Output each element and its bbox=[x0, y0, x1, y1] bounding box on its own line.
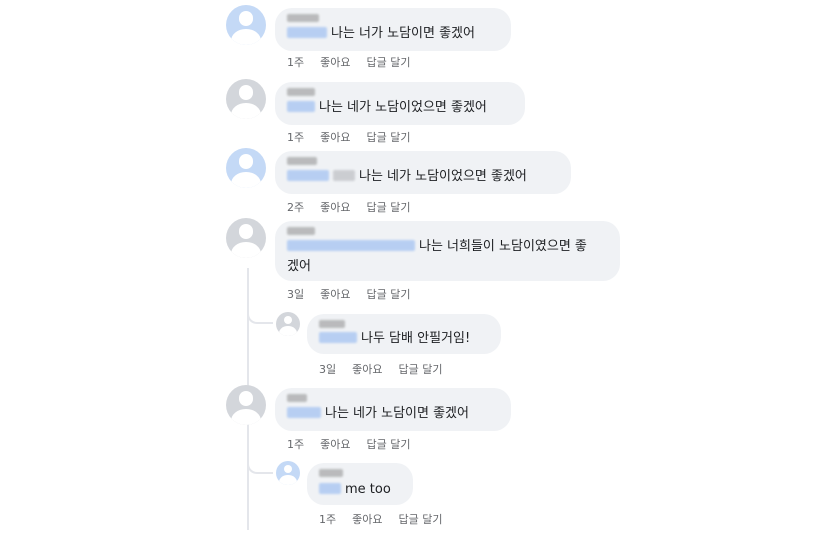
comment-actions: 2주 좋아요 답글 달기 bbox=[287, 199, 426, 215]
reply-button[interactable]: 답글 달기 bbox=[367, 56, 411, 69]
comment-text: 나는 네가 노담이면 좋겠어 bbox=[325, 406, 469, 421]
mention-tag-redacted[interactable] bbox=[287, 240, 415, 251]
author-name-redacted[interactable] bbox=[287, 88, 315, 96]
mention-tag-redacted[interactable] bbox=[333, 170, 355, 181]
like-button[interactable]: 좋아요 bbox=[320, 288, 350, 301]
comment-actions: 1주 좋아요 답글 달기 bbox=[319, 511, 458, 527]
mention-tag-redacted[interactable] bbox=[287, 101, 315, 112]
comment-bubble: 나는 너가 노담이면 좋겠어 bbox=[275, 8, 511, 51]
reply-button[interactable]: 답글 달기 bbox=[399, 513, 443, 526]
timestamp[interactable]: 2주 bbox=[287, 201, 304, 214]
default-profile-icon[interactable] bbox=[226, 5, 266, 45]
comment-bubble: 나는 너희들이 노담이였으면 좋 겠어 bbox=[275, 221, 620, 281]
reply-button[interactable]: 답글 달기 bbox=[399, 363, 443, 376]
reply-button[interactable]: 답글 달기 bbox=[367, 201, 411, 214]
reply-connector bbox=[247, 450, 273, 474]
comment-text: 나는 너가 노담이면 좋겠어 bbox=[331, 26, 475, 41]
default-profile-icon[interactable] bbox=[226, 148, 266, 188]
comment-text-line2: 겠어 bbox=[287, 259, 311, 274]
comment-actions: 1주 좋아요 답글 달기 bbox=[287, 54, 426, 70]
comment-bubble: 나두 담배 안필거임! bbox=[307, 314, 501, 354]
reply-button[interactable]: 답글 달기 bbox=[367, 131, 411, 144]
default-profile-icon[interactable] bbox=[226, 385, 266, 425]
author-name-redacted[interactable] bbox=[319, 469, 343, 477]
like-button[interactable]: 좋아요 bbox=[320, 201, 350, 214]
mention-tag-redacted[interactable] bbox=[319, 483, 341, 494]
default-profile-icon[interactable] bbox=[276, 312, 300, 336]
comment-text: 나는 네가 노담이었으면 좋겠어 bbox=[359, 169, 527, 184]
timestamp[interactable]: 3일 bbox=[287, 288, 304, 301]
reply-button[interactable]: 답글 달기 bbox=[367, 288, 411, 301]
comment-bubble: me too bbox=[307, 463, 413, 505]
comment-text: 나는 네가 노담이었으면 좋겠어 bbox=[319, 100, 487, 115]
default-profile-icon[interactable] bbox=[276, 461, 300, 485]
timestamp[interactable]: 1주 bbox=[287, 438, 304, 451]
default-profile-icon[interactable] bbox=[226, 218, 266, 258]
like-button[interactable]: 좋아요 bbox=[352, 363, 382, 376]
author-name-redacted[interactable] bbox=[287, 227, 315, 235]
like-button[interactable]: 좋아요 bbox=[320, 56, 350, 69]
mention-tag-redacted[interactable] bbox=[319, 332, 357, 343]
comment-bubble: 나는 네가 노담이었으면 좋겠어 bbox=[275, 82, 525, 125]
author-name-redacted[interactable] bbox=[319, 320, 345, 328]
like-button[interactable]: 좋아요 bbox=[320, 438, 350, 451]
comment-text-line1: 나는 너희들이 노담이였으면 좋 bbox=[419, 239, 587, 254]
timestamp[interactable]: 1주 bbox=[287, 56, 304, 69]
reply-button[interactable]: 답글 달기 bbox=[367, 438, 411, 451]
comment-actions: 1주 좋아요 답글 달기 bbox=[287, 129, 426, 145]
reply-connector bbox=[247, 300, 273, 324]
comment-thread: 나는 너가 노담이면 좋겠어 1주 좋아요 답글 달기 나는 네가 노담이었으면 좋… bbox=[0, 0, 840, 535]
comment-actions: 3일 좋아요 답글 달기 bbox=[319, 361, 458, 377]
comment-text: 나두 담배 안필거임! bbox=[361, 331, 471, 346]
comment-bubble: 나는 네가 노담이면 좋겠어 bbox=[275, 388, 511, 431]
like-button[interactable]: 좋아요 bbox=[320, 131, 350, 144]
mention-tag-redacted[interactable] bbox=[287, 170, 329, 181]
comment-bubble: 나는 네가 노담이었으면 좋겠어 bbox=[275, 151, 571, 194]
comment-actions: 3일 좋아요 답글 달기 bbox=[287, 286, 426, 302]
timestamp[interactable]: 3일 bbox=[319, 363, 336, 376]
author-name-redacted[interactable] bbox=[287, 14, 319, 22]
default-profile-icon[interactable] bbox=[226, 79, 266, 119]
mention-tag-redacted[interactable] bbox=[287, 27, 327, 38]
mention-tag-redacted[interactable] bbox=[287, 407, 321, 418]
comment-actions: 1주 좋아요 답글 달기 bbox=[287, 436, 426, 452]
author-name-redacted[interactable] bbox=[287, 394, 307, 402]
author-name-redacted[interactable] bbox=[287, 157, 317, 165]
like-button[interactable]: 좋아요 bbox=[352, 513, 382, 526]
timestamp[interactable]: 1주 bbox=[287, 131, 304, 144]
comment-text: me too bbox=[345, 482, 391, 497]
timestamp[interactable]: 1주 bbox=[319, 513, 336, 526]
